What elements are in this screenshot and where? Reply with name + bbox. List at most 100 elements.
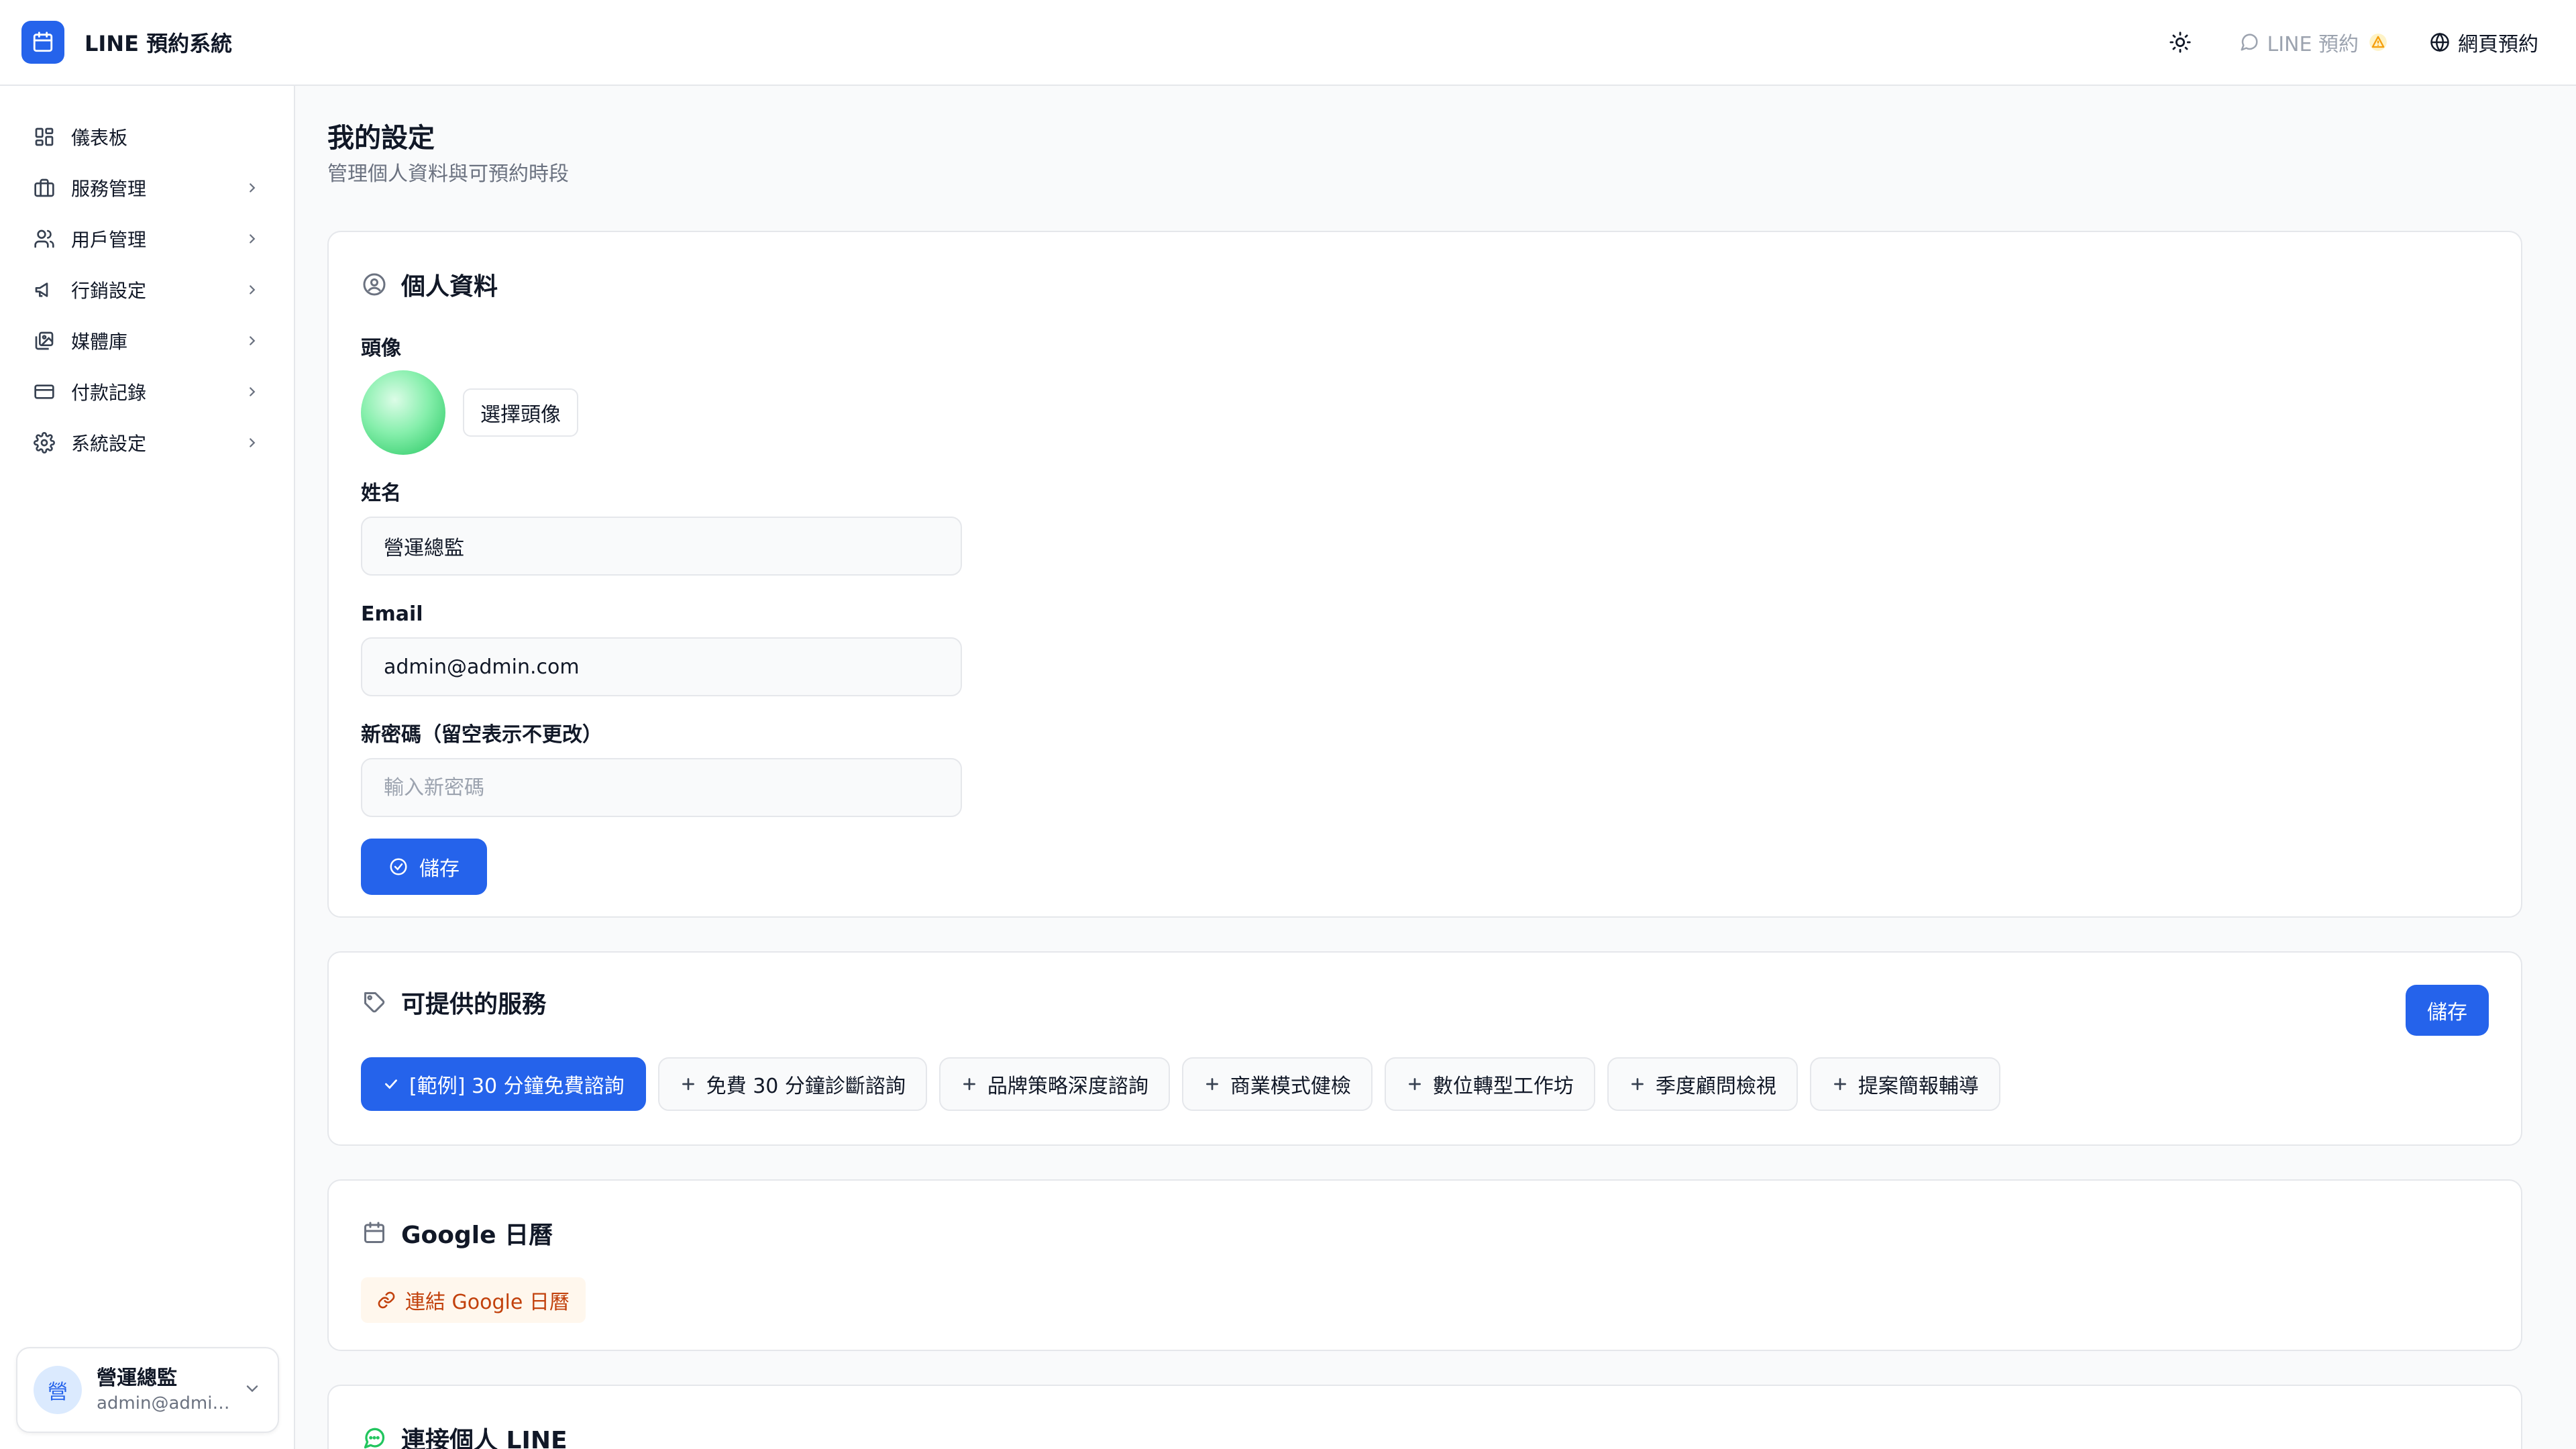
user-email: admin@admin.... <box>97 1393 237 1413</box>
profile-card-title: 個人資料 <box>401 273 498 301</box>
service-chip[interactable]: 品牌策略深度諮詢 <box>938 1057 1170 1111</box>
plus-icon <box>963 1078 975 1090</box>
google-calendar-card: Google 日曆 連結 Google 日曆 <box>327 1179 2522 1351</box>
service-chip[interactable]: 季度顧問檢視 <box>1607 1057 1798 1111</box>
google-calendar-header: Google 日曆 <box>361 1216 2489 1250</box>
warning-icon <box>2367 31 2390 54</box>
user-circle-icon <box>361 271 388 298</box>
google-calendar-title: Google 日曆 <box>401 1222 553 1249</box>
service-chip[interactable]: [範例] 30 分鐘免費諮詢 <box>361 1057 646 1111</box>
connect-google-calendar-label: 連結 Google 日曆 <box>405 1291 570 1314</box>
credit-card-icon <box>32 380 56 404</box>
chevron-right-icon <box>243 280 262 299</box>
line-booking-link[interactable]: LINE 預約 <box>2239 28 2390 57</box>
sidebar-item-label: 行銷設定 <box>71 280 147 302</box>
plus-icon <box>1408 1078 1421 1090</box>
sidebar-item-settings[interactable]: 系統設定 <box>16 417 278 468</box>
sidebar-item-label: 媒體庫 <box>71 331 128 353</box>
service-chip-label: 提案簡報輔導 <box>1858 1075 1979 1098</box>
profile-avatar <box>361 370 445 455</box>
service-chip-label: 商業模式健檢 <box>1230 1075 1351 1098</box>
service-chip-list: [範例] 30 分鐘免費諮詢 免費 30 分鐘診斷諮詢 品牌策略深度諮詢 商業模… <box>361 1057 2489 1111</box>
sidebar: 儀表板 服務管理 用戶管理 行銷設定 媒體庫 付款記錄 系統設定 營 營運總監 … <box>0 86 295 1449</box>
password-input[interactable] <box>361 758 962 817</box>
line-connect-title: 連接個人 LINE <box>401 1427 568 1449</box>
gear-icon <box>32 431 56 455</box>
avatar: 營 <box>34 1366 82 1414</box>
profile-save-button[interactable]: 儲存 <box>361 839 487 895</box>
service-chip[interactable]: 數位轉型工作坊 <box>1384 1057 1595 1111</box>
service-chip-label: 免費 30 分鐘診斷諮詢 <box>706 1075 906 1098</box>
tag-icon <box>361 989 388 1016</box>
sidebar-item-label: 儀表板 <box>71 127 128 149</box>
profile-card-header: 個人資料 <box>361 267 2489 302</box>
profile-card: 個人資料 頭像 選擇頭像 姓名 Email 新密碼（留空表示不更改） 儲存 <box>327 231 2522 918</box>
check-circle-icon <box>390 858 407 875</box>
line-chat-icon <box>361 1425 388 1449</box>
theme-toggle-button[interactable] <box>2161 23 2199 61</box>
chevron-right-icon <box>243 382 262 401</box>
service-chip-label: [範例] 30 分鐘免費諮詢 <box>409 1075 625 1098</box>
connect-google-calendar-button[interactable]: 連結 Google 日曆 <box>361 1277 586 1323</box>
services-card-title: 可提供的服務 <box>401 991 547 1018</box>
link-icon <box>378 1291 395 1309</box>
briefcase-icon <box>32 176 56 200</box>
sidebar-item-users[interactable]: 用戶管理 <box>16 213 278 264</box>
chat-bubble-icon <box>2241 34 2258 51</box>
sun-icon <box>2169 32 2191 53</box>
email-label: Email <box>361 602 423 626</box>
main-content: 我的設定 管理個人資料與可預約時段 個人資料 頭像 選擇頭像 姓名 Email … <box>295 86 2576 1449</box>
web-booking-label: 網頁預約 <box>2458 33 2538 56</box>
plus-icon <box>1205 1078 1218 1090</box>
name-input[interactable] <box>361 517 962 576</box>
sidebar-item-payments[interactable]: 付款記錄 <box>16 366 278 417</box>
sidebar-item-media[interactable]: 媒體庫 <box>16 315 278 366</box>
page-title: 我的設定 <box>327 123 435 154</box>
sidebar-item-dashboard[interactable]: 儀表板 <box>16 111 278 162</box>
check-icon <box>385 1079 397 1089</box>
choose-avatar-button[interactable]: 選擇頭像 <box>463 388 578 437</box>
calendar-icon <box>361 1220 388 1246</box>
service-chip[interactable]: 免費 30 分鐘診斷諮詢 <box>657 1057 927 1111</box>
password-label: 新密碼（留空表示不更改） <box>361 723 602 747</box>
sidebar-item-label: 用戶管理 <box>71 229 147 251</box>
top-bar: LINE 預約系統 LINE 預約 網頁預約 <box>0 0 2576 86</box>
sidebar-item-marketing[interactable]: 行銷設定 <box>16 264 278 315</box>
services-card-header: 可提供的服務 <box>361 985 2489 1020</box>
page-subtitle: 管理個人資料與可預約時段 <box>327 162 569 186</box>
service-chip-label: 數位轉型工作坊 <box>1432 1075 1574 1098</box>
images-icon <box>32 329 56 353</box>
web-booking-link[interactable]: 網頁預約 <box>2430 28 2538 57</box>
sidebar-item-label: 付款記錄 <box>71 382 147 404</box>
user-name: 營運總監 <box>97 1366 177 1390</box>
service-chip-label: 季度顧問檢視 <box>1655 1075 1776 1098</box>
services-card: 可提供的服務 儲存 [範例] 30 分鐘免費諮詢 免費 30 分鐘診斷諮詢 品牌… <box>327 951 2522 1146</box>
service-chip[interactable]: 商業模式健檢 <box>1181 1057 1373 1111</box>
plus-icon <box>1631 1078 1644 1090</box>
line-connect-card: 連接個人 LINE <box>327 1385 2522 1449</box>
dashboard-icon <box>32 125 56 149</box>
chevron-down-icon <box>243 1379 262 1401</box>
users-icon <box>32 227 56 251</box>
user-menu[interactable]: 營 營運總監 admin@admin.... <box>16 1347 279 1433</box>
sidebar-item-label: 服務管理 <box>71 178 147 200</box>
avatar-label: 頭像 <box>361 337 401 360</box>
service-chip[interactable]: 提案簡報輔導 <box>1809 1057 2000 1111</box>
line-booking-label: LINE 預約 <box>2267 33 2359 56</box>
service-chip-label: 品牌策略深度諮詢 <box>987 1075 1148 1098</box>
globe-icon <box>2430 32 2449 52</box>
name-label: 姓名 <box>361 482 401 505</box>
chevron-right-icon <box>243 433 262 452</box>
brand[interactable]: LINE 預約系統 <box>21 21 232 64</box>
chevron-right-icon <box>243 331 262 350</box>
line-connect-header: 連接個人 LINE <box>361 1421 2489 1449</box>
services-save-button[interactable]: 儲存 <box>2406 985 2489 1036</box>
profile-save-label: 儲存 <box>419 857 460 881</box>
chevron-right-icon <box>243 178 262 197</box>
plus-icon <box>1833 1078 1846 1090</box>
plus-icon <box>682 1078 694 1090</box>
sidebar-item-services[interactable]: 服務管理 <box>16 162 278 213</box>
email-input[interactable] <box>361 637 962 696</box>
calendar-logo-icon <box>21 21 64 64</box>
megaphone-icon <box>32 278 56 302</box>
